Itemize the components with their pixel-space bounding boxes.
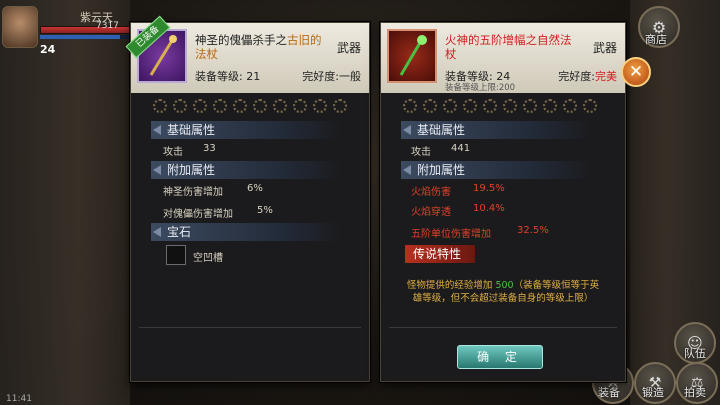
item-title-suffix: 法杖 <box>195 47 218 61</box>
stat-name: 火焰穿透 <box>411 207 451 218</box>
condition-label: 完好度: <box>302 70 339 83</box>
stat-value: 6% <box>247 183 263 194</box>
condition-label: 完好度: <box>558 70 595 83</box>
mp-bar <box>40 35 140 39</box>
gem-slot-icon <box>253 99 267 113</box>
gem-slot-icon <box>153 99 167 113</box>
stat-name: 神圣伤害增加 <box>163 187 223 198</box>
gem-slot-icon <box>483 99 497 113</box>
clock: 11:41 <box>6 394 32 404</box>
team-label: 队伍 <box>684 347 706 360</box>
forge-label: 锻造 <box>642 386 664 399</box>
stat-value: 5% <box>257 205 273 216</box>
gem-slot-icon <box>463 99 477 113</box>
legend-desc-text: 怪物提供的经验增加 <box>406 280 496 291</box>
section-legendary-trait: 传说特性 <box>405 245 475 263</box>
equipped-item-panel: 已装备 神圣的傀儡杀手之古旧的法杖 武器 装备等级: 21 完好度:一般 基础属… <box>125 15 370 382</box>
gem-slot-icon <box>233 99 247 113</box>
gem-slot-icon <box>293 99 307 113</box>
gem-slot-icon <box>193 99 207 113</box>
gem-slot-icon <box>213 99 227 113</box>
gem-slot-icon <box>583 99 597 113</box>
stat-value: 10.4% <box>473 203 505 214</box>
empty-gem-slot[interactable] <box>166 245 186 265</box>
item-title-text: 火神的五阶增幅之自然法杖 <box>445 33 572 61</box>
confirm-button[interactable]: 确 定 <box>457 345 543 369</box>
item-title: 火神的五阶增幅之自然法杖 <box>445 33 575 61</box>
player-avatar[interactable] <box>2 6 38 48</box>
hp-bar <box>40 26 142 34</box>
hp-text: 7317 <box>96 21 119 31</box>
gem-slot-icon <box>173 99 187 113</box>
item-title: 神圣的傀儡杀手之古旧的法杖 <box>195 33 325 61</box>
section-gems: 宝石 <box>151 223 341 241</box>
gem-slot-icon <box>273 99 287 113</box>
gem-slot-icon <box>313 99 327 113</box>
close-icon: ✕ <box>628 62 644 82</box>
player-level: 24 <box>40 43 56 56</box>
item-type: 武器 <box>336 41 361 55</box>
item-header: 火神的五阶增幅之自然法杖 武器 装备等级: 24 完好度:完美 装备等级上限:2… <box>381 23 625 93</box>
item-condition: 完好度:一般 <box>302 68 361 84</box>
gem-slot-icon <box>423 99 437 113</box>
gem-slot-row <box>153 99 347 113</box>
close-button[interactable]: ✕ <box>621 57 651 87</box>
divider <box>389 327 617 328</box>
section-basic-attributes: 基础属性 <box>401 121 591 139</box>
equipment-label: 装备 <box>598 386 620 399</box>
stat-value: 19.5% <box>473 183 505 194</box>
auction-label: 拍卖 <box>684 386 706 399</box>
item-level-cap: 装备等级上限:200 <box>445 83 516 93</box>
shop-label: 商店 <box>645 33 667 46</box>
stat-name: 攻击 <box>163 147 183 158</box>
legend-desc-value: 500 <box>495 280 514 291</box>
stat-name: 攻击 <box>411 147 431 158</box>
stat-value: 441 <box>451 143 471 154</box>
divider <box>139 327 361 328</box>
condition-value: 完美 <box>595 70 617 83</box>
compare-item-panel: 火神的五阶增幅之自然法杖 武器 装备等级: 24 完好度:完美 装备等级上限:2… <box>380 22 626 382</box>
empty-gem-label: 空凹槽 <box>193 253 223 264</box>
gem-slot-icon <box>443 99 457 113</box>
stat-name: 五阶单位伤害增加 <box>411 229 491 240</box>
background-scene-left <box>0 0 130 405</box>
gem-slot-icon <box>503 99 517 113</box>
stat-name: 火焰伤害 <box>411 187 451 198</box>
gem-slot-icon <box>543 99 557 113</box>
section-extra-attributes: 附加属性 <box>401 161 591 179</box>
gem-slot-icon <box>333 99 347 113</box>
section-extra-attributes: 附加属性 <box>151 161 341 179</box>
gem-slot-icon <box>563 99 577 113</box>
item-type: 武器 <box>592 41 617 55</box>
gem-slot-icon <box>403 99 417 113</box>
nature-staff-icon <box>387 29 437 83</box>
item-title-prefix: 神圣的傀儡杀手之 <box>195 33 287 47</box>
condition-value: 一般 <box>339 70 361 83</box>
stat-value: 32.5% <box>517 225 549 236</box>
item-header: 已装备 神圣的傀儡杀手之古旧的法杖 武器 装备等级: 21 完好度:一般 <box>125 15 369 93</box>
item-level: 装备等级: 21 <box>195 70 261 83</box>
stat-name: 对傀儡伤害增加 <box>163 209 233 220</box>
section-basic-attributes: 基础属性 <box>151 121 341 139</box>
legendary-description: 怪物提供的经验增加 500（装备等级恒等于英雄等级，但不会超过装备自身的等级上限… <box>405 279 601 305</box>
item-title-highlight: 古旧的 <box>287 33 322 47</box>
gem-slot-icon <box>523 99 537 113</box>
gem-slot-row <box>403 99 597 113</box>
item-condition: 完好度:完美 <box>558 68 617 84</box>
stat-value: 33 <box>203 143 216 154</box>
